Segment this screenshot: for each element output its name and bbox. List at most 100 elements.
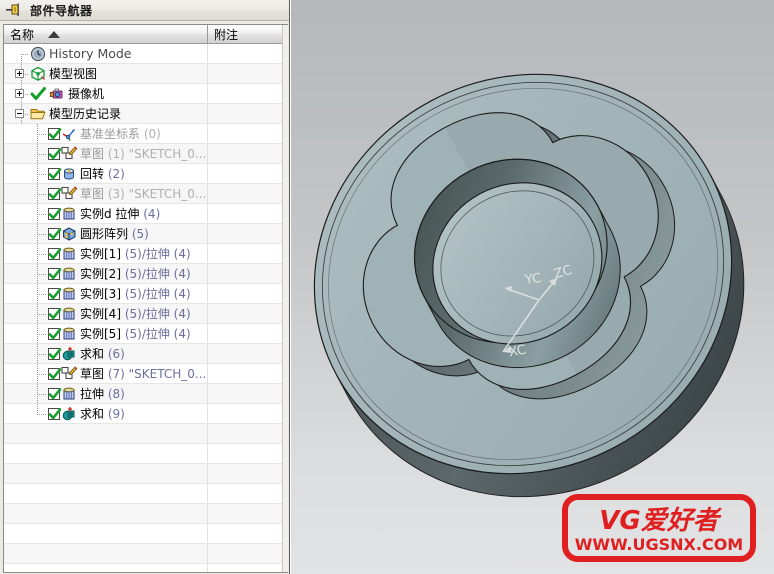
- tree-row-note-cell: [208, 464, 288, 483]
- tree-indent: [4, 304, 48, 323]
- triad-y-label: YC: [524, 270, 543, 289]
- tree-row-name-cell[interactable]: 实例d 拉伸 (4): [4, 204, 208, 223]
- feature-checkbox[interactable]: [48, 147, 62, 160]
- column-header-note[interactable]: 附注: [208, 25, 288, 43]
- camera-icon: [49, 86, 66, 102]
- tree-row[interactable]: 基准坐标系 (0): [4, 124, 288, 144]
- tree-row[interactable]: 模型历史记录: [4, 104, 288, 124]
- feature-checkbox[interactable]: [48, 227, 62, 240]
- tree-row-note-cell[interactable]: [208, 244, 288, 263]
- sort-ascending-icon[interactable]: [48, 30, 61, 38]
- tree-row-name-cell[interactable]: 基准坐标系 (0): [4, 124, 208, 143]
- tree-row-name-cell[interactable]: 实例[5] (5)/拉伸 (4): [4, 324, 208, 343]
- tree-row-note-cell[interactable]: [208, 184, 288, 203]
- tree-row-name-cell[interactable]: 实例[3] (5)/拉伸 (4): [4, 284, 208, 303]
- tree-rows[interactable]: History Mode 模型视图 摄像机模型历史记录基准坐标系 (0) 草图 (1)…: [4, 44, 288, 572]
- feature-checkbox[interactable]: [48, 387, 62, 400]
- feature-checkbox[interactable]: [48, 187, 62, 200]
- tree-row-name-cell[interactable]: 求和 (9): [4, 404, 208, 423]
- tree-row[interactable]: 草图 (7) "SKETCH_0...: [4, 364, 288, 384]
- tree-row-note-cell[interactable]: [208, 44, 288, 63]
- feature-checkbox[interactable]: [48, 287, 62, 300]
- tree-row[interactable]: 回转 (2): [4, 164, 288, 184]
- tree-row-note-cell[interactable]: [208, 84, 288, 103]
- tree-row[interactable]: 实例d 拉伸 (4): [4, 204, 288, 224]
- tree-connector-lines: [4, 224, 48, 243]
- tree-row-name-cell[interactable]: 摄像机: [4, 84, 208, 103]
- tree-row-name-cell[interactable]: 实例[4] (5)/拉伸 (4): [4, 304, 208, 323]
- tree-row-note-cell[interactable]: [208, 284, 288, 303]
- tree-row-note-cell[interactable]: [208, 384, 288, 403]
- tree-indent: [4, 324, 48, 343]
- expand-icon[interactable]: [15, 89, 24, 98]
- tree-row-name-cell[interactable]: 草图 (7) "SKETCH_0...: [4, 364, 208, 383]
- tree-row-name-cell[interactable]: History Mode: [4, 44, 208, 63]
- tree-row-note-cell[interactable]: [208, 64, 288, 83]
- tree-indent: [4, 244, 48, 263]
- tree-row[interactable]: 草图 (3) "SKETCH_0...: [4, 184, 288, 204]
- column-header-name[interactable]: 名称: [4, 25, 208, 43]
- tree-row[interactable]: 求和 (9): [4, 404, 288, 424]
- tree-row-note-cell: [208, 444, 288, 463]
- pin-icon[interactable]: [3, 2, 21, 18]
- tree-row[interactable]: 模型视图: [4, 64, 288, 84]
- tree-item-label: 模型历史记录: [49, 106, 122, 121]
- feature-checkbox[interactable]: [48, 307, 62, 320]
- tree-row-name-cell[interactable]: 拉伸 (8): [4, 384, 208, 403]
- tree-row-name-cell[interactable]: 求和 (6): [4, 344, 208, 363]
- tree-row[interactable]: History Mode: [4, 44, 288, 64]
- feature-checkbox[interactable]: [48, 367, 62, 380]
- tree-item-label: 基准坐标系 (0): [80, 126, 161, 141]
- feature-checkbox[interactable]: [48, 247, 62, 260]
- tree-row-name-cell[interactable]: 回转 (2): [4, 164, 208, 183]
- tree-row-note-cell[interactable]: [208, 324, 288, 343]
- tree-row-note-cell[interactable]: [208, 164, 288, 183]
- feature-checkbox[interactable]: [48, 127, 62, 140]
- tree-scrollbar-gutter[interactable]: [282, 25, 288, 572]
- tree-row-note-cell[interactable]: [208, 124, 288, 143]
- tree-row[interactable]: 实例[5] (5)/拉伸 (4): [4, 324, 288, 344]
- tree-row[interactable]: 拉伸 (8): [4, 384, 288, 404]
- tree-row[interactable]: 实例[4] (5)/拉伸 (4): [4, 304, 288, 324]
- tree-row[interactable]: 摄像机: [4, 84, 288, 104]
- tree-row[interactable]: 实例[2] (5)/拉伸 (4): [4, 264, 288, 284]
- tree-item-label: 实例[3] (5)/拉伸 (4): [80, 286, 191, 301]
- extrude-icon: [61, 266, 78, 282]
- tree-row-name-cell[interactable]: 实例[2] (5)/拉伸 (4): [4, 264, 208, 283]
- feature-checkbox[interactable]: [48, 207, 62, 220]
- tree-row-note-cell[interactable]: [208, 364, 288, 383]
- feature-checkbox[interactable]: [48, 267, 62, 280]
- tree-connector-lines: [4, 344, 48, 363]
- tree-row-note-cell[interactable]: [208, 404, 288, 423]
- tree-row-name-cell: [4, 484, 208, 503]
- tree-row[interactable]: 实例[1] (5)/拉伸 (4): [4, 244, 288, 264]
- tree-row-name-cell[interactable]: 圆形阵列 (5): [4, 224, 208, 243]
- feature-checkbox[interactable]: [48, 407, 62, 420]
- tree-row-name-cell[interactable]: 模型历史记录: [4, 104, 208, 123]
- tree-row[interactable]: 实例[3] (5)/拉伸 (4): [4, 284, 288, 304]
- feature-checkbox[interactable]: [48, 327, 62, 340]
- expand-icon[interactable]: [15, 69, 24, 78]
- tree-item-suffix: (5)/拉伸 (4): [121, 246, 191, 261]
- feature-checkbox[interactable]: [48, 347, 62, 360]
- tree-row-name-cell[interactable]: 草图 (1) "SKETCH_0...: [4, 144, 208, 163]
- tree-indent: [4, 44, 30, 63]
- tree-row-note-cell[interactable]: [208, 264, 288, 283]
- feature-checkbox[interactable]: [48, 167, 62, 180]
- tree-item-suffix: (3) "SKETCH_0...: [104, 186, 207, 201]
- tree-row-name-cell[interactable]: 草图 (3) "SKETCH_0...: [4, 184, 208, 203]
- 3d-viewport[interactable]: ZC YC XC VG爱好者 WWW.UGSNX.COM: [291, 0, 774, 574]
- tree-connector-lines: [4, 124, 48, 143]
- collapse-icon[interactable]: [15, 109, 24, 118]
- tree-row-note-cell[interactable]: [208, 104, 288, 123]
- tree-row[interactable]: 草图 (1) "SKETCH_0...: [4, 144, 288, 164]
- tree-row-name-cell[interactable]: 模型视图: [4, 64, 208, 83]
- tree-row[interactable]: 求和 (6): [4, 344, 288, 364]
- tree-row-note-cell[interactable]: [208, 304, 288, 323]
- tree-row-note-cell[interactable]: [208, 344, 288, 363]
- tree-row-note-cell[interactable]: [208, 204, 288, 223]
- tree-row-note-cell[interactable]: [208, 144, 288, 163]
- tree-row-note-cell[interactable]: [208, 224, 288, 243]
- tree-row-name-cell[interactable]: 实例[1] (5)/拉伸 (4): [4, 244, 208, 263]
- tree-row[interactable]: 圆形阵列 (5): [4, 224, 288, 244]
